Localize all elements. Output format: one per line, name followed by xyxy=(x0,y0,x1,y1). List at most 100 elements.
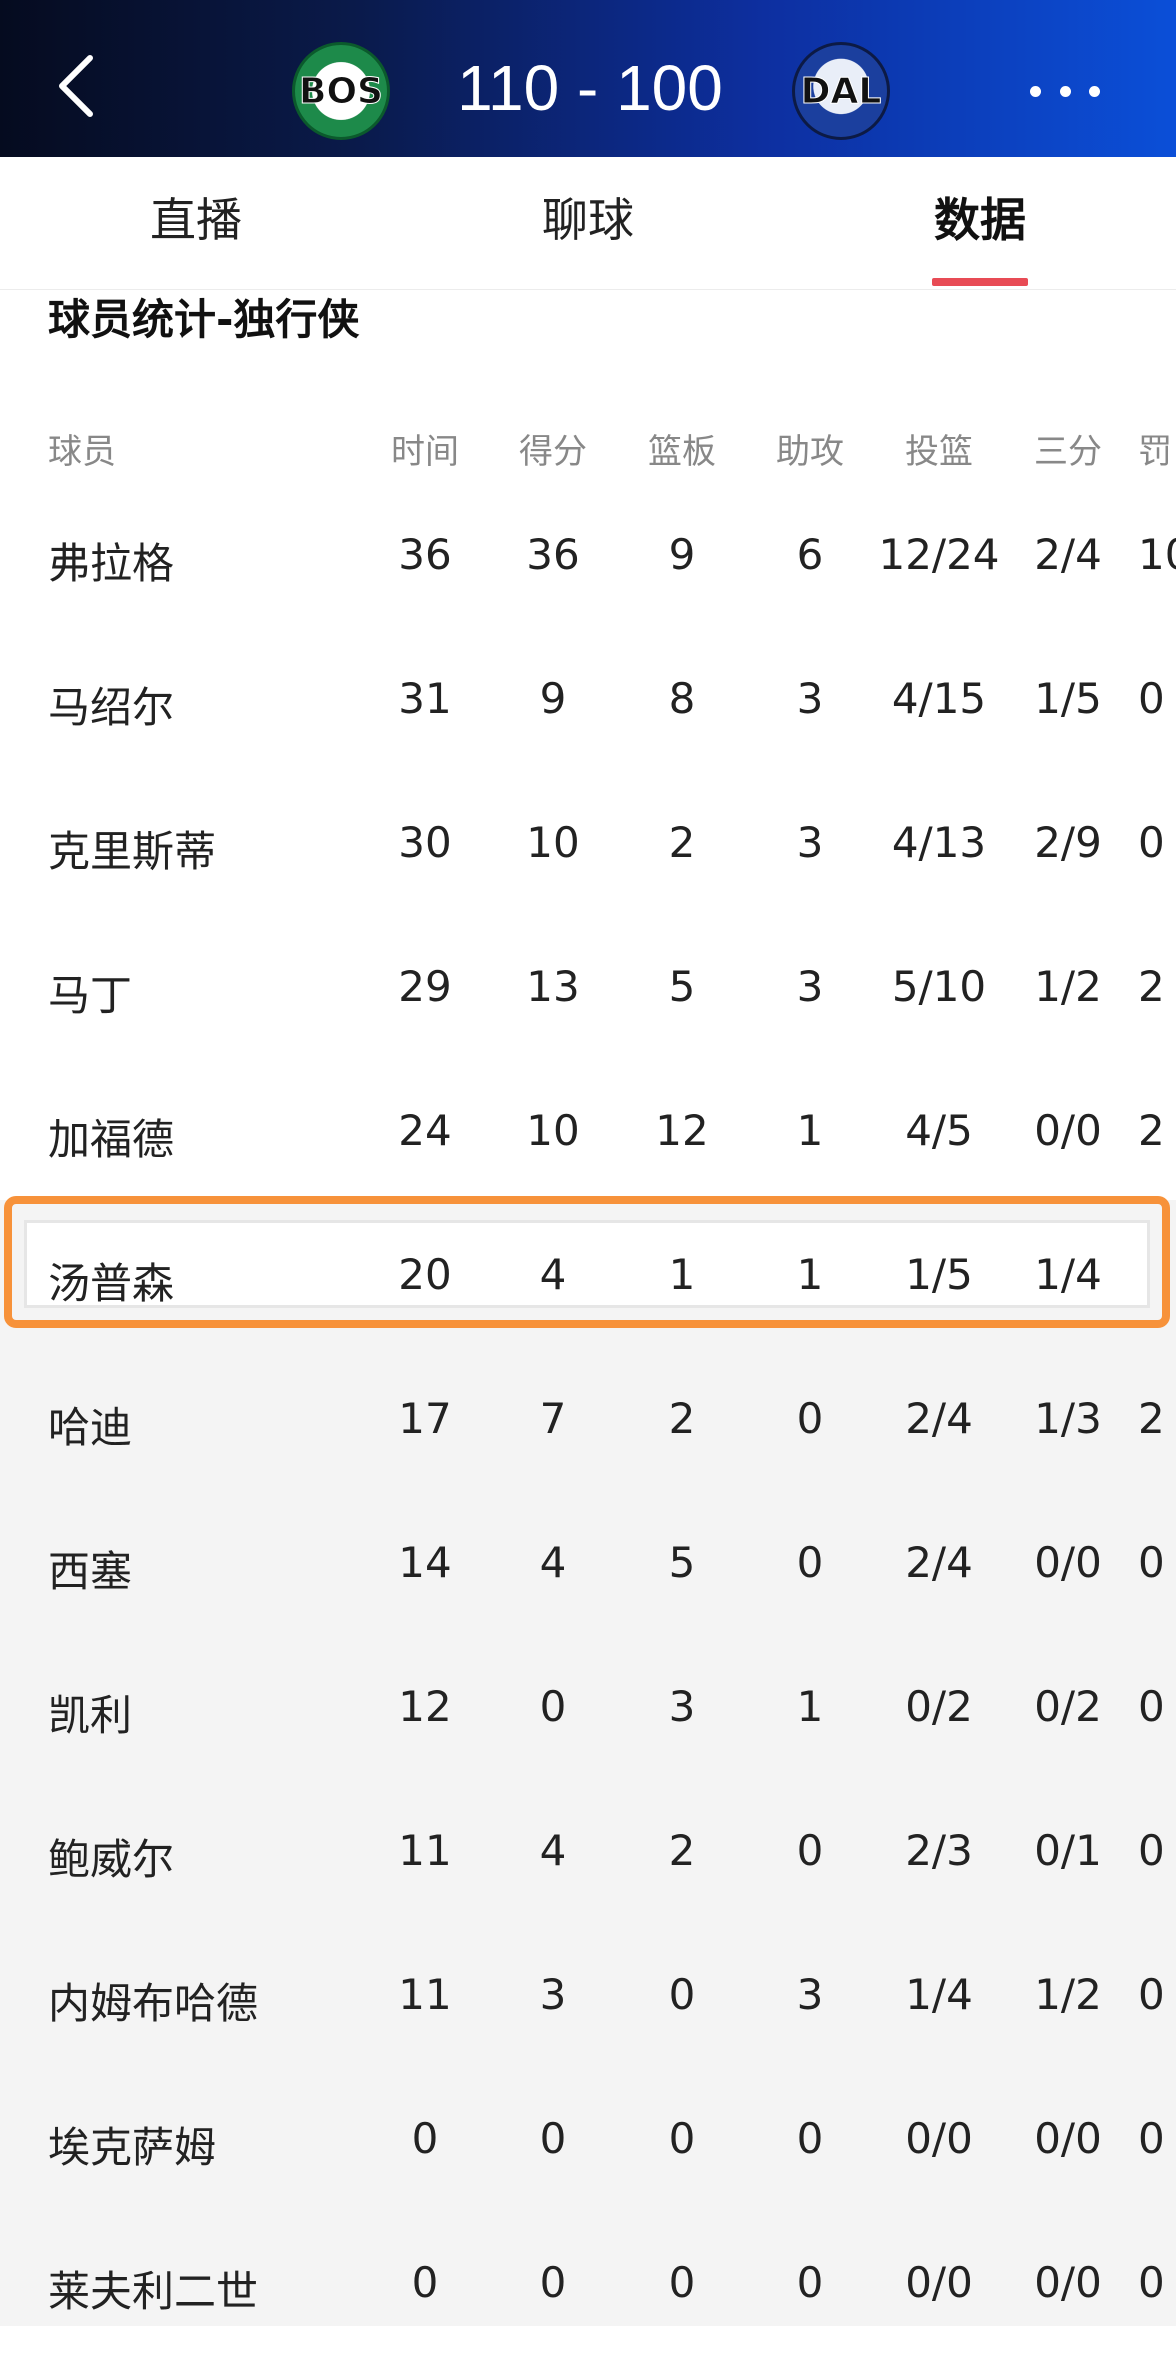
free-throws-cell: 0 xyxy=(1138,1682,1165,1731)
points-cell: 10 xyxy=(526,818,580,867)
field-goals-cell: 12/24 xyxy=(878,530,1000,579)
column-header-points: 得分 xyxy=(519,432,587,472)
minutes-cell: 30 xyxy=(398,818,452,867)
field-goals-cell: 4/5 xyxy=(905,1106,973,1155)
player-name: 埃克萨姆 xyxy=(48,2123,217,2172)
rebounds-cell: 5 xyxy=(668,962,696,1011)
player-name: 马丁 xyxy=(48,971,133,1020)
rebounds-cell: 8 xyxy=(668,674,696,723)
away-team-abbr: DAL xyxy=(800,70,882,112)
player-name: 哈迪 xyxy=(48,1403,133,1452)
assists-cell: 3 xyxy=(796,962,824,1011)
tab-data[interactable]: 数据 xyxy=(850,157,1110,289)
rebounds-cell: 0 xyxy=(668,1970,696,2019)
three-pointers-cell: 0/0 xyxy=(1034,1538,1102,1587)
free-throws-cell: 0 xyxy=(1138,1538,1165,1587)
field-goals-cell: 2/4 xyxy=(905,1538,973,1587)
assists-cell: 0 xyxy=(796,1538,824,1587)
table-row[interactable]: 马丁 29 13 5 3 5/10 1/2 2 xyxy=(0,916,1176,1060)
points-cell: 13 xyxy=(526,962,580,1011)
chevron-left-icon xyxy=(59,55,93,117)
assists-cell: 6 xyxy=(796,530,824,579)
free-throws-cell: 0 xyxy=(1138,2114,1165,2163)
three-pointers-cell: 0/0 xyxy=(1034,2258,1102,2307)
table-row[interactable]: 弗拉格 36 36 9 6 12/24 2/4 10 xyxy=(0,484,1176,628)
table-row[interactable]: 凯利 12 0 3 1 0/2 0/2 0 xyxy=(0,1636,1176,1780)
rebounds-cell: 9 xyxy=(668,530,696,579)
assists-cell: 0 xyxy=(796,1826,824,1875)
player-name: 西塞 xyxy=(48,1547,133,1596)
table-row[interactable]: 鲍威尔 11 4 2 0 2/3 0/1 0 xyxy=(0,1780,1176,1924)
tab-bar: 直播 聊球 数据 xyxy=(0,157,1176,290)
tab-live[interactable]: 直播 xyxy=(66,157,326,289)
assists-cell: 3 xyxy=(796,674,824,723)
column-header-three-pointers: 三分 xyxy=(1034,432,1102,472)
minutes-cell: 24 xyxy=(398,1106,452,1155)
field-goals-cell: 0/0 xyxy=(905,2114,973,2163)
points-cell: 3 xyxy=(539,1970,567,2019)
table-row[interactable]: 西塞 14 4 5 0 2/4 0/0 0 xyxy=(0,1492,1176,1636)
free-throws-cell: 2 xyxy=(1138,1106,1165,1155)
free-throws-cell: 0 xyxy=(1138,1826,1165,1875)
tab-chat[interactable]: 聊球 xyxy=(458,157,718,289)
table-row[interactable]: 哈迪 17 7 2 0 2/4 1/3 2 xyxy=(0,1348,1176,1492)
field-goals-cell: 4/15 xyxy=(891,674,987,723)
minutes-cell: 20 xyxy=(398,1250,452,1299)
more-dot-icon xyxy=(1030,85,1041,97)
points-cell: 4 xyxy=(539,1538,567,1587)
table-row[interactable]: 克里斯蒂 30 10 2 3 4/13 2/9 0 xyxy=(0,772,1176,916)
assists-cell: 1 xyxy=(796,1682,824,1731)
section-title: 球员统计-独行侠 xyxy=(48,295,360,344)
table-row[interactable]: 埃克萨姆 0 0 0 0 0/0 0/0 0 xyxy=(0,2068,1176,2212)
points-cell: 9 xyxy=(539,674,567,723)
table-row[interactable]: 莱夫利二世 0 0 0 0 0/0 0/0 0 xyxy=(0,2212,1176,2356)
field-goals-cell: 0/2 xyxy=(905,1682,973,1731)
free-throws-cell: 2 xyxy=(1138,962,1165,1011)
three-pointers-cell: 1/5 xyxy=(1034,674,1102,723)
points-cell: 36 xyxy=(526,530,580,579)
assists-cell: 0 xyxy=(796,1394,824,1443)
minutes-cell: 14 xyxy=(398,1538,452,1587)
rebounds-cell: 0 xyxy=(668,2114,696,2163)
away-team-logo[interactable]: DAL xyxy=(792,42,890,140)
field-goals-cell: 2/3 xyxy=(905,1826,973,1875)
stats-column-header: 球员 时间 得分 篮板 助攻 投篮 三分 罚 xyxy=(0,404,1176,484)
stats-table-body: 弗拉格 36 36 9 6 12/24 2/4 10 马绍尔 31 9 8 3 … xyxy=(0,484,1176,2356)
minutes-cell: 0 xyxy=(411,2114,439,2163)
player-name: 克里斯蒂 xyxy=(48,827,217,876)
table-row[interactable]: 加福德 24 10 12 1 4/5 0/0 2 xyxy=(0,1060,1176,1204)
rebounds-cell: 2 xyxy=(668,1394,696,1443)
back-button[interactable] xyxy=(52,50,112,130)
assists-cell: 3 xyxy=(796,818,824,867)
table-row[interactable]: 内姆布哈德 11 3 0 3 1/4 1/2 0 xyxy=(0,1924,1176,2068)
free-throws-cell: 2 xyxy=(1138,1394,1165,1443)
three-pointers-cell: 1/4 xyxy=(1034,1250,1102,1299)
rebounds-cell: 2 xyxy=(668,818,696,867)
table-row-highlighted[interactable]: 汤普森 20 4 1 1 1/5 1/4 xyxy=(0,1204,1176,1348)
points-cell: 4 xyxy=(539,1826,567,1875)
rebounds-cell: 12 xyxy=(655,1106,709,1155)
free-throws-cell: 0 xyxy=(1138,818,1165,867)
home-team-logo[interactable]: BOS xyxy=(292,42,390,140)
rebounds-cell: 2 xyxy=(668,1826,696,1875)
player-name: 弗拉格 xyxy=(48,539,175,588)
three-pointers-cell: 0/0 xyxy=(1034,1106,1102,1155)
three-pointers-cell: 0/0 xyxy=(1034,2114,1102,2163)
column-header-field-goals: 投篮 xyxy=(905,432,973,472)
rebounds-cell: 1 xyxy=(668,1250,696,1299)
assists-cell: 1 xyxy=(796,1106,824,1155)
column-header-minutes: 时间 xyxy=(391,432,459,472)
field-goals-cell: 1/4 xyxy=(905,1970,973,2019)
table-row[interactable]: 马绍尔 31 9 8 3 4/15 1/5 0 xyxy=(0,628,1176,772)
minutes-cell: 36 xyxy=(398,530,452,579)
three-pointers-cell: 0/2 xyxy=(1034,1682,1102,1731)
field-goals-cell: 0/0 xyxy=(905,2258,973,2307)
active-tab-indicator xyxy=(932,278,1028,286)
rebounds-cell: 3 xyxy=(668,1682,696,1731)
field-goals-cell: 5/10 xyxy=(891,962,987,1011)
field-goals-cell: 4/13 xyxy=(891,818,987,867)
more-options-button[interactable] xyxy=(1030,76,1100,106)
player-name: 内姆布哈德 xyxy=(48,1979,259,2028)
minutes-cell: 11 xyxy=(398,1826,452,1875)
points-cell: 0 xyxy=(539,2114,567,2163)
